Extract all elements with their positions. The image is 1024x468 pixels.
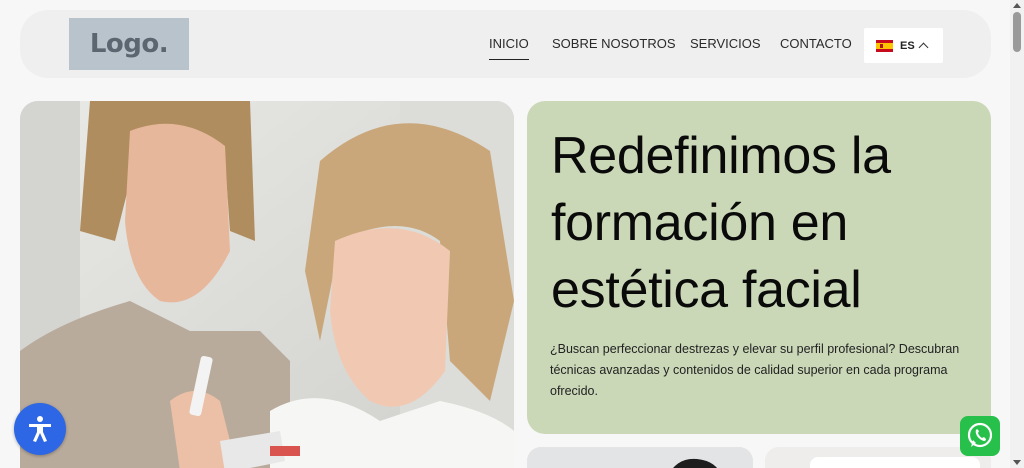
hero-card: Redefinimos la formación en estética fac… xyxy=(527,101,991,434)
spain-flag-icon xyxy=(876,39,893,52)
thumbnail-1-illustration xyxy=(527,447,753,468)
nav-item-servicios[interactable]: SERVICIOS xyxy=(690,36,761,51)
nav-item-sobre-nosotros[interactable]: SOBRE NOSOTROS xyxy=(552,36,676,51)
nav-item-inicio[interactable]: INICIO xyxy=(489,36,529,60)
thumbnail-image-1 xyxy=(527,447,753,468)
whatsapp-icon xyxy=(967,422,993,448)
logo[interactable]: Logo. xyxy=(69,18,189,70)
logo-text: Logo. xyxy=(89,29,169,59)
hero-title-line-3: estética facial xyxy=(551,261,862,319)
whatsapp-button[interactable] xyxy=(960,416,1000,456)
scroll-down-arrow-icon[interactable] xyxy=(1013,460,1021,465)
chevron-up-icon xyxy=(918,42,929,53)
hero-title-line-2: formación en xyxy=(551,194,848,252)
accessibility-icon xyxy=(29,416,51,442)
hero-description: ¿Buscan perfeccionar destrezas y elevar … xyxy=(550,342,960,398)
hero-image xyxy=(20,101,514,468)
language-code: ES xyxy=(900,39,915,52)
accessibility-button[interactable] xyxy=(14,403,66,455)
scrollbar-thumb[interactable] xyxy=(1013,12,1021,52)
hero-photo-illustration xyxy=(20,101,514,468)
nav-item-contacto[interactable]: CONTACTO xyxy=(780,36,852,51)
vertical-scrollbar[interactable] xyxy=(1010,0,1024,468)
hero-title-line-1: Redefinimos la xyxy=(551,127,891,185)
language-selector[interactable]: ES xyxy=(864,28,943,63)
thumbnail-2-illustration xyxy=(765,447,991,468)
thumbnail-image-2 xyxy=(765,447,991,468)
scroll-up-arrow-icon[interactable] xyxy=(1013,3,1021,8)
hero-title: Redefinimos la formación en estética fac… xyxy=(551,123,981,324)
